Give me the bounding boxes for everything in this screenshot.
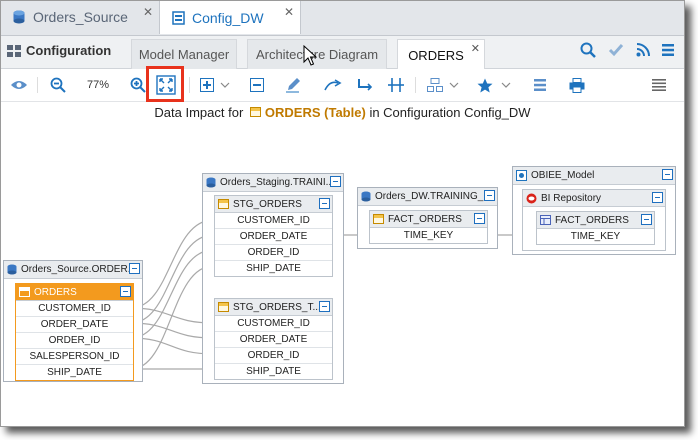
- app-window: Orders_Source ✕ Config_DW ✕ Configuratio…: [0, 0, 685, 427]
- table-icon: [373, 214, 384, 224]
- column-row[interactable]: ORDER_ID: [215, 245, 332, 261]
- node-header: Orders_DW.TRAINING_...: [358, 188, 497, 206]
- collapse-icon[interactable]: [662, 169, 673, 180]
- dw-schema-node[interactable]: Orders_DW.TRAINING_... FACT_ORDERS TIME_…: [357, 187, 498, 249]
- table-icon: [19, 287, 30, 297]
- column-row[interactable]: ORDER_DATE: [215, 332, 332, 348]
- table-name: FACT_ORDERS: [388, 213, 462, 225]
- column-row[interactable]: ORDER_DATE: [16, 317, 133, 333]
- collapse-icon[interactable]: [330, 176, 341, 187]
- table-icon: [218, 302, 229, 312]
- table-stg-orders[interactable]: STG_ORDERS CUSTOMER_ID ORDER_DATE ORDER_…: [214, 195, 333, 277]
- database-icon: [7, 264, 17, 275]
- table-icon: [218, 199, 229, 209]
- node-title: Orders_Staging.TRAINI...: [220, 177, 334, 188]
- table-name: ORDERS: [34, 286, 77, 298]
- collapse-icon[interactable]: [129, 263, 140, 274]
- database-icon: [206, 177, 216, 188]
- column-row[interactable]: ORDER_DATE: [215, 229, 332, 245]
- table-name: STG_ORDERS_T...: [233, 301, 321, 313]
- node-title: OBIEE_Model: [531, 170, 595, 181]
- obiee-model-node[interactable]: OBIEE_Model BI Repository FACT_ORDERS TI…: [512, 166, 676, 255]
- table-fact-orders[interactable]: FACT_ORDERS TIME_KEY: [369, 210, 488, 244]
- repository-name: BI Repository: [541, 192, 602, 204]
- repository-header: BI Repository: [523, 190, 665, 207]
- collapse-icon[interactable]: [474, 213, 485, 224]
- collapse-icon[interactable]: [319, 301, 330, 312]
- node-header: OBIEE_Model: [513, 167, 675, 185]
- collapse-icon[interactable]: [120, 286, 131, 297]
- table-orders[interactable]: ORDERS CUSTOMER_ID ORDER_DATE ORDER_ID S…: [15, 283, 134, 381]
- table-header: FACT_ORDERS: [370, 211, 487, 228]
- column-row[interactable]: CUSTOMER_ID: [16, 301, 133, 317]
- table-header: ORDERS: [16, 284, 133, 301]
- collapse-icon[interactable]: [319, 198, 330, 209]
- table-header: STG_ORDERS: [215, 196, 332, 213]
- table-name: STG_ORDERS: [233, 198, 302, 210]
- table-header: FACT_ORDERS: [537, 212, 654, 229]
- collapse-icon[interactable]: [641, 214, 652, 225]
- column-row[interactable]: SHIP_DATE: [16, 365, 133, 380]
- mouse-cursor-icon: [303, 45, 317, 66]
- node-title: Orders_DW.TRAINING_...: [375, 191, 492, 202]
- column-row[interactable]: SALESPERSON_ID: [16, 349, 133, 365]
- model-icon: [516, 170, 527, 181]
- logical-table-icon: [540, 215, 551, 225]
- column-row[interactable]: TIME_KEY: [537, 229, 654, 244]
- table-stg-orders-t[interactable]: STG_ORDERS_T... CUSTOMER_ID ORDER_DATE O…: [214, 298, 333, 380]
- column-row[interactable]: CUSTOMER_ID: [215, 316, 332, 332]
- column-row[interactable]: TIME_KEY: [370, 228, 487, 243]
- column-row[interactable]: CUSTOMER_ID: [215, 213, 332, 229]
- table-fact-orders-bi[interactable]: FACT_ORDERS TIME_KEY: [536, 211, 655, 245]
- oracle-icon: [526, 193, 537, 203]
- column-row[interactable]: SHIP_DATE: [215, 261, 332, 276]
- node-title: Orders_Source.ORDER...: [21, 264, 137, 275]
- collapse-icon[interactable]: [652, 192, 663, 203]
- column-row[interactable]: ORDER_ID: [215, 348, 332, 364]
- database-icon: [361, 191, 371, 202]
- collapse-icon[interactable]: [484, 190, 495, 201]
- node-header: Orders_Source.ORDER...: [4, 261, 142, 279]
- bi-repository[interactable]: BI Repository FACT_ORDERS TIME_KEY: [522, 189, 666, 251]
- column-row[interactable]: SHIP_DATE: [215, 364, 332, 379]
- source-schema-node[interactable]: Orders_Source.ORDER... ORDERS CUSTOMER_I…: [3, 260, 143, 382]
- table-name: FACT_ORDERS: [555, 214, 629, 226]
- staging-schema-node[interactable]: Orders_Staging.TRAINI... STG_ORDERS CUST…: [202, 173, 344, 384]
- column-row[interactable]: ORDER_ID: [16, 333, 133, 349]
- table-header: STG_ORDERS_T...: [215, 299, 332, 316]
- node-header: Orders_Staging.TRAINI...: [203, 174, 343, 192]
